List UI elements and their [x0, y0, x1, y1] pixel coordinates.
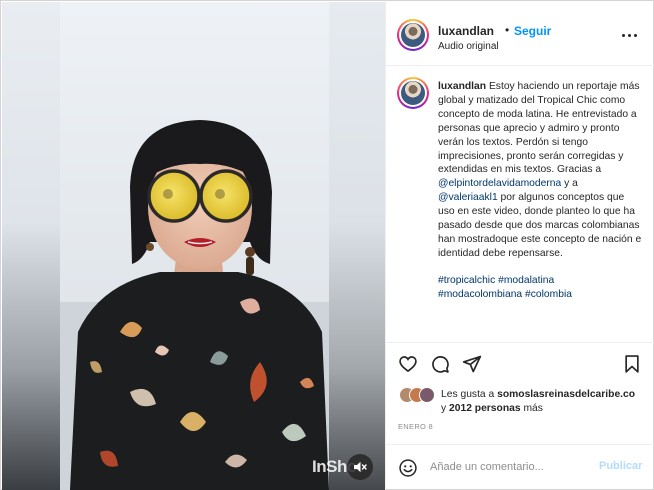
share-icon[interactable]	[462, 354, 482, 374]
hashtag-link[interactable]: #modalatina	[498, 275, 554, 286]
likes-summary: Les gusta a somoslasreinasdelcaribe.co y…	[386, 380, 654, 420]
likes-count[interactable]: 2012 personas	[449, 403, 521, 414]
post-details-panel: luxandlan • Seguir Audio original luxand…	[385, 2, 654, 490]
bookmark-icon[interactable]	[622, 354, 642, 374]
comment-input[interactable]	[430, 457, 590, 477]
more-horizontal-icon	[622, 33, 625, 37]
likes-suffix: más	[520, 403, 543, 414]
separator-dot: •	[505, 23, 510, 37]
caption-author-avatar[interactable]	[397, 77, 429, 109]
follow-button[interactable]: Seguir	[514, 24, 551, 38]
author-username[interactable]: luxandlan	[438, 24, 494, 38]
video-person-illustration	[60, 2, 329, 490]
emoji-icon[interactable]	[398, 458, 418, 478]
hashtag-link[interactable]: #modacolombiana	[438, 289, 522, 300]
hashtag-list: #tropicalchic #modalatina #modacolombian…	[438, 274, 643, 302]
video-frame[interactable]	[60, 2, 329, 490]
action-bar	[386, 342, 654, 378]
post-caption: luxandlan Estoy haciendo un reportaje má…	[386, 67, 654, 342]
liker-avatars[interactable]	[399, 387, 439, 405]
mention-link[interactable]: @valeriaakl1	[438, 192, 498, 203]
heart-icon[interactable]	[398, 354, 418, 374]
video-backdrop-right	[329, 2, 385, 490]
hashtag-link[interactable]: #tropicalchic	[438, 275, 495, 286]
caption-body-2: y a	[561, 178, 578, 190]
likes-text: Les gusta a somoslasreinasdelcaribe.co y…	[441, 388, 651, 416]
publish-button[interactable]: Publicar	[599, 460, 642, 472]
more-options-button[interactable]	[622, 29, 642, 41]
video-backdrop-left	[2, 2, 60, 490]
post-media[interactable]: InShot	[2, 2, 385, 490]
comment-icon[interactable]	[430, 354, 450, 374]
likes-middle: y	[441, 403, 450, 414]
post-date[interactable]: ENERO 8	[398, 422, 433, 431]
hashtag-link[interactable]: #colombia	[525, 289, 572, 300]
caption-username[interactable]: luxandlan	[438, 81, 486, 92]
post-header: luxandlan • Seguir Audio original	[386, 2, 654, 66]
caption-text: luxandlan Estoy haciendo un reportaje má…	[438, 80, 643, 302]
post-dialog: InShot luxandlan • Seguir Audio original…	[0, 0, 654, 490]
liker-username[interactable]: somoslasreinasdelcaribe.co	[497, 389, 635, 400]
caption-body-1: Estoy haciendo un reportaje más global y…	[438, 81, 640, 176]
audio-label[interactable]: Audio original	[438, 41, 499, 52]
author-avatar[interactable]	[397, 19, 429, 51]
mute-button[interactable]	[347, 454, 373, 480]
speaker-muted-icon	[354, 462, 367, 472]
comment-composer: Publicar	[386, 444, 654, 490]
mention-link[interactable]: @elpintordelavidamoderna	[438, 178, 561, 189]
likes-prefix: Les gusta a	[441, 389, 498, 400]
